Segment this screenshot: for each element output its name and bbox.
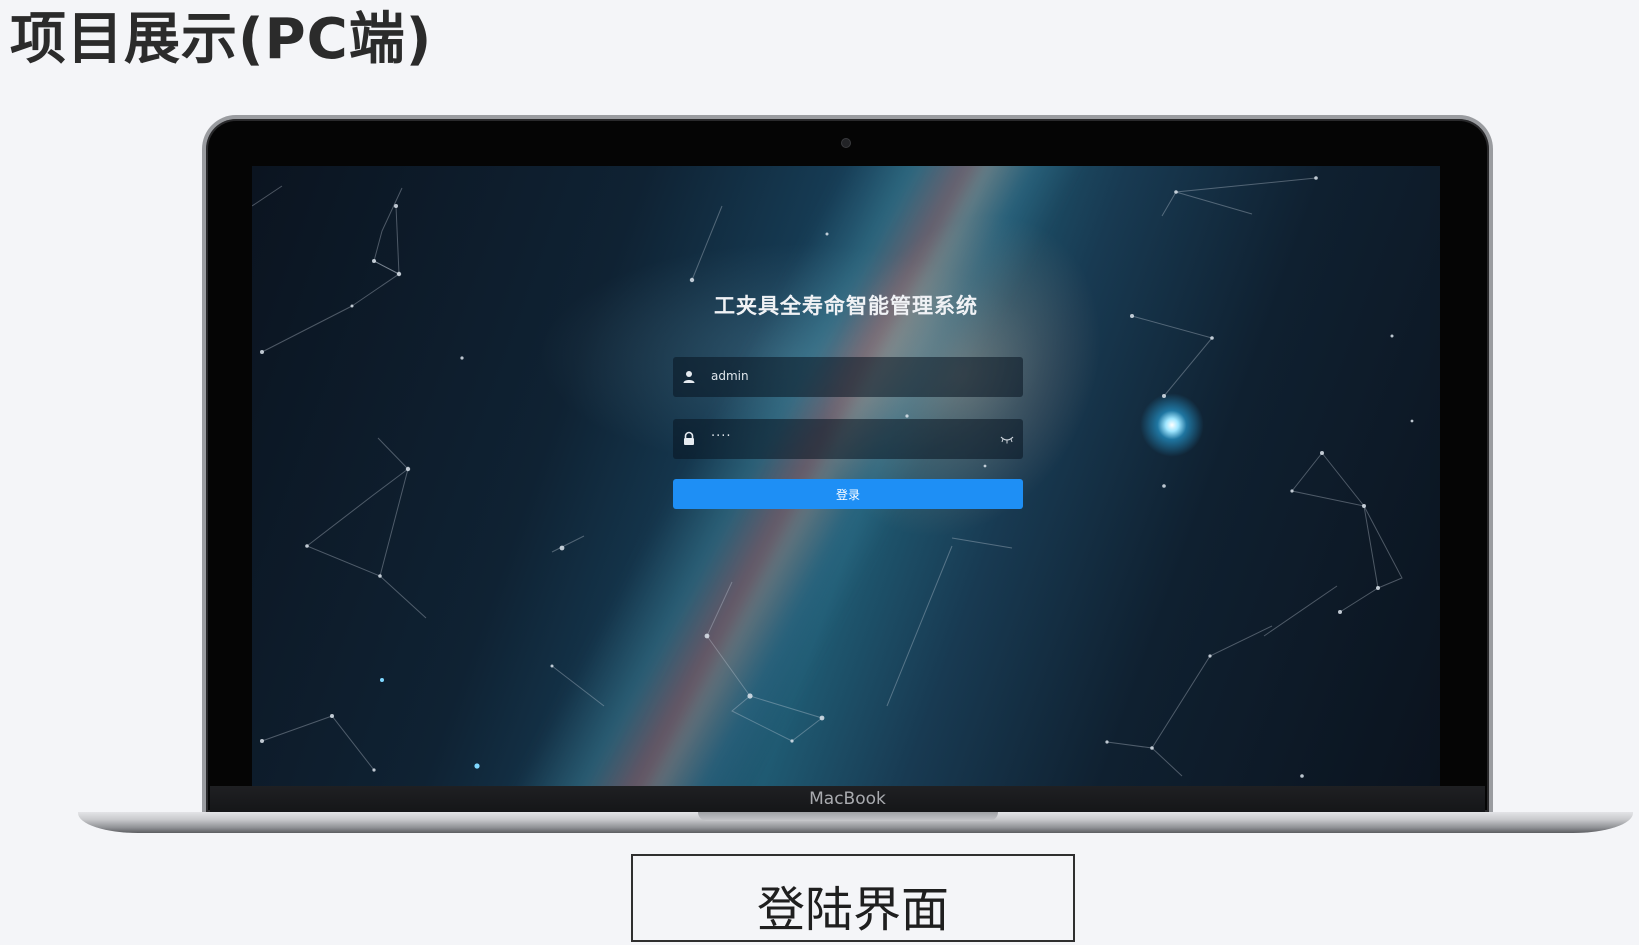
caption-box: 登陆界面: [631, 854, 1075, 942]
eye-closed-icon[interactable]: [999, 433, 1015, 445]
caption-text: 登陆界面: [756, 882, 949, 938]
username-field[interactable]: admin: [673, 357, 1023, 397]
password-field[interactable]: ····: [673, 419, 1023, 459]
constellation-lines: [252, 176, 1414, 778]
brand-label: MacBook: [809, 789, 886, 809]
laptop-base-notch: [698, 812, 998, 821]
laptop-screen: 工夹具全寿命智能管理系统 admin ···· 登录: [252, 166, 1440, 786]
login-button[interactable]: 登录: [673, 479, 1023, 509]
slide-title: 项目展示(PC端): [10, 7, 433, 72]
laptop-chin: MacBook: [210, 786, 1485, 814]
webcam-dot: [842, 139, 850, 147]
lock-icon: [684, 431, 694, 445]
login-title: 工夹具全寿命智能管理系统: [714, 294, 978, 318]
user-icon: [683, 371, 695, 383]
password-value: ····: [711, 429, 732, 444]
username-value: admin: [711, 369, 749, 383]
